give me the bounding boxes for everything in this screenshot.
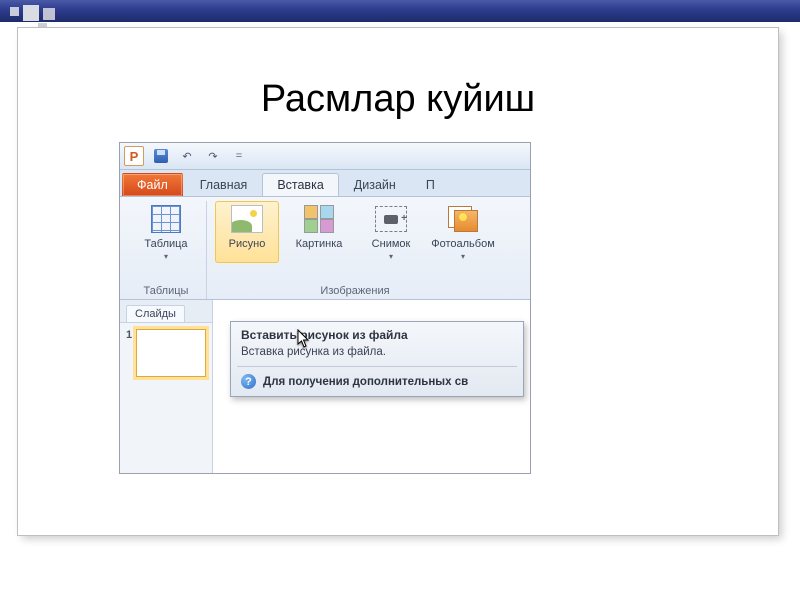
qat-overflow-button[interactable]: = [230, 147, 248, 165]
slide-top-border [0, 0, 800, 22]
powerpoint-logo-icon: P [124, 146, 144, 166]
tab-design[interactable]: Дизайн [339, 173, 411, 196]
screenshot-button[interactable]: Снимок ▾ [359, 201, 423, 263]
table-button[interactable]: Таблица ▾ [134, 201, 198, 263]
photo-album-button[interactable]: Фотоальбом ▾ [431, 201, 495, 263]
tab-home[interactable]: Главная [185, 173, 263, 196]
photo-album-label: Фотоальбом [431, 238, 495, 250]
group-images: Рисуно ▾ Картинка ▾ Снимок ▾ [207, 201, 503, 299]
insert-picture-label: Рисуно [229, 238, 266, 250]
redo-button[interactable]: ↷ [204, 147, 222, 165]
ribbon: Таблица ▾ Таблицы Рисуно ▾ Картинка [120, 197, 530, 300]
slide-thumbnail-row[interactable]: 1 [120, 323, 212, 383]
group-tables: Таблица ▾ Таблицы [126, 201, 207, 299]
pane-tabs: Слайды [120, 300, 212, 323]
save-icon [154, 149, 168, 163]
group-tables-label: Таблицы [144, 283, 189, 299]
decorative-squares [10, 6, 59, 24]
tab-file[interactable]: Файл [122, 173, 183, 196]
insert-picture-button[interactable]: Рисуно ▾ [215, 201, 279, 263]
chevron-down-icon: ▾ [164, 253, 168, 261]
clipart-label: Картинка [296, 238, 343, 250]
chevron-down-icon: ▾ [461, 253, 465, 261]
slide-number: 1 [126, 329, 132, 377]
pane-tab-slides[interactable]: Слайды [126, 305, 185, 322]
tab-trailing[interactable]: П [411, 173, 438, 196]
screenshot-icon [375, 206, 407, 232]
tooltip-title: Вставить рисунок из файла [231, 322, 523, 346]
powerpoint-window: P ↶ ↷ = Файл Главная Вставка Дизайн П Та… [120, 143, 530, 473]
table-icon [151, 205, 181, 233]
clipart-button[interactable]: Картинка ▾ [287, 201, 351, 263]
ribbon-tabs: Файл Главная Вставка Дизайн П [120, 170, 530, 197]
save-button[interactable] [152, 147, 170, 165]
page-title: Расмлар куйиш [18, 78, 778, 121]
tooltip-body: Вставка рисунка из файла. [231, 346, 523, 366]
tooltip-help-text: Для получения дополнительных св [263, 376, 468, 388]
tooltip-help-row: ? Для получения дополнительных св [231, 367, 523, 396]
help-icon: ? [241, 374, 256, 389]
clipart-icon [304, 205, 334, 233]
presentation-slide-frame: Расмлар куйиш P ↶ ↷ = Файл Главная Встав… [18, 28, 778, 535]
undo-button[interactable]: ↶ [178, 147, 196, 165]
app-titlebar: P ↶ ↷ = [120, 143, 530, 170]
slide-thumbnail-panel: Слайды 1 [120, 300, 213, 473]
screenshot-label: Снимок [372, 238, 411, 250]
tab-insert[interactable]: Вставка [262, 173, 338, 196]
slide-thumbnail[interactable] [136, 329, 206, 377]
group-images-label: Изображения [320, 283, 389, 299]
tooltip: Вставить рисунок из файла Вставка рисунк… [230, 321, 524, 397]
picture-icon [231, 205, 263, 233]
chevron-down-icon: ▾ [389, 253, 393, 261]
table-button-label: Таблица [144, 238, 187, 250]
photo-album-icon [448, 206, 478, 232]
